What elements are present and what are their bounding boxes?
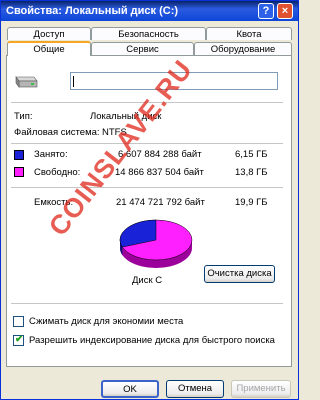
tab-quota[interactable]: Квота — [206, 27, 292, 40]
filesystem-label: Файловая система: — [14, 127, 100, 138]
help-button[interactable]: ? — [258, 3, 274, 19]
apply-button[interactable]: Применить — [231, 380, 291, 398]
used-space-size: 6,15 ГБ — [235, 149, 268, 160]
free-space-swatch — [14, 167, 24, 177]
close-button[interactable]: × — [277, 3, 293, 19]
free-space-size: 13,8 ГБ — [235, 167, 268, 178]
index-drive-label: Разрешить индексирование диска для быстр… — [29, 335, 275, 346]
disk-usage-pie-chart — [119, 219, 193, 268]
tab-hardware[interactable]: Оборудование — [194, 42, 292, 55]
cancel-button[interactable]: Отмена — [166, 380, 224, 398]
separator-4 — [11, 303, 283, 304]
index-drive-checkbox[interactable]: ✔ — [13, 334, 24, 346]
capacity-size: 19,9 ГБ — [235, 197, 268, 208]
hard-drive-icon — [15, 76, 38, 88]
free-space-label: Свободно: — [34, 167, 81, 178]
tab-security[interactable]: Безопасность — [91, 27, 206, 40]
disk-label: Диск C — [132, 275, 163, 286]
capacity-bytes: 21 474 721 792 байт — [116, 197, 205, 208]
disk-cleanup-button[interactable]: Очистка диска — [204, 265, 275, 283]
type-label: Тип: — [14, 111, 33, 122]
free-space-bytes: 14 866 837 504 байт — [115, 167, 204, 178]
ok-button[interactable]: OK — [101, 380, 159, 398]
title-bar[interactable]: Свойства: Локальный диск (C:) ? × — [1, 1, 298, 21]
tab-sharing[interactable]: Доступ — [7, 27, 91, 40]
used-space-swatch — [14, 150, 24, 160]
tab-general[interactable]: Общие — [7, 41, 91, 56]
separator-2 — [11, 143, 283, 144]
tab-tools[interactable]: Сервис — [91, 42, 194, 55]
checkmark-icon: ✔ — [15, 334, 24, 345]
used-space-label: Занято: — [34, 149, 68, 160]
separator-3 — [11, 187, 283, 188]
window-title: Свойства: Локальный диск (C:) — [6, 5, 179, 17]
compress-drive-checkbox[interactable] — [13, 316, 24, 327]
compress-drive-label: Сжимать диск для экономии места — [29, 316, 184, 327]
text-caret — [73, 76, 74, 87]
properties-window: Свойства: Локальный диск (C:) ? × Доступ… — [0, 0, 299, 400]
